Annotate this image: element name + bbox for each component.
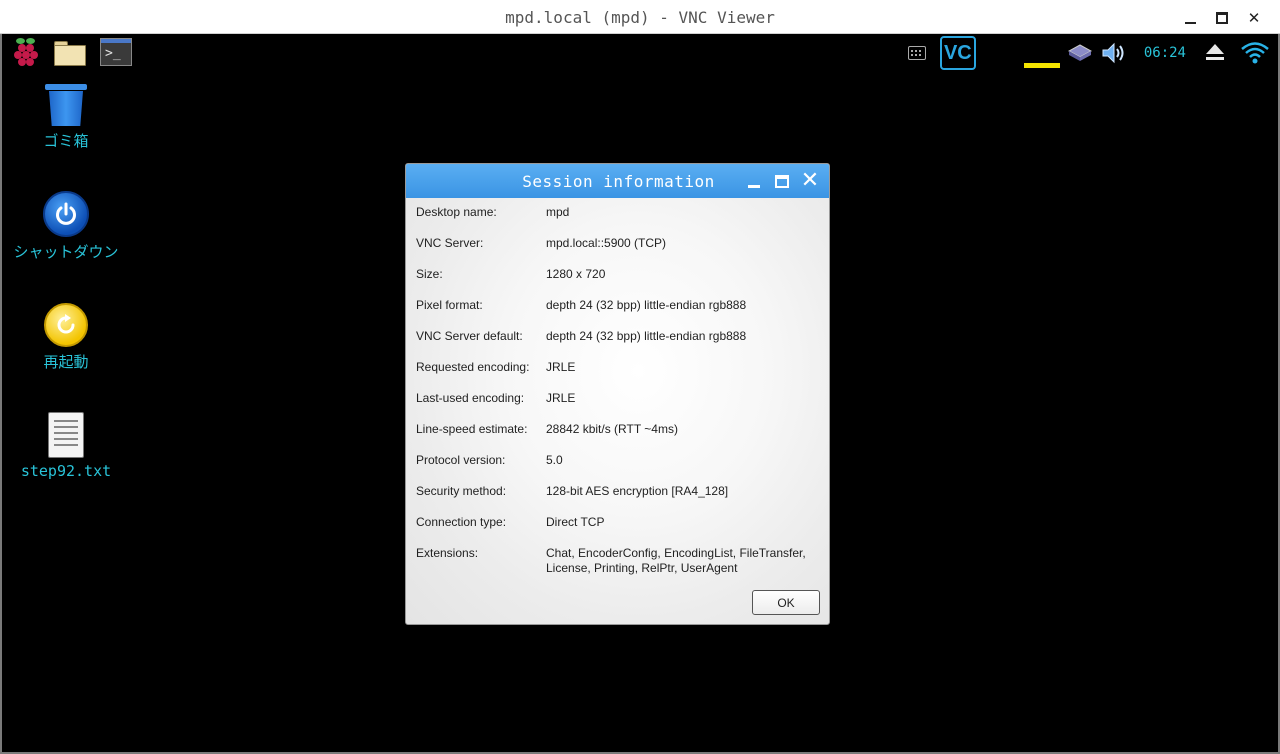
folder-body [54,45,86,66]
desktop-icon-label: 再起動 [43,353,89,371]
desktop-icon-label: シャットダウン [13,243,119,261]
file-line [54,420,78,422]
power-icon [43,191,89,237]
keyboard-icon[interactable] [907,46,926,60]
close-button[interactable]: ✕ [1242,8,1266,28]
trash-lid [45,84,87,90]
viewer-window-controls: ✕ [1178,8,1266,28]
cpu-monitor-icon[interactable] [1023,62,1060,68]
info-value: JRLE [546,391,576,405]
info-row-protocol-version: Protocol version: 5.0 [416,453,826,484]
rpi-berry [26,58,34,66]
info-value: Chat, EncoderConfig, EncodingList, FileT… [546,546,806,575]
terminal-icon[interactable]: >_ [100,38,132,66]
info-value: mpd.local::5900 (TCP) [546,236,667,250]
desktop-icon-shutdown[interactable]: シャットダウン [2,191,130,262]
power-symbol [56,202,76,225]
file-line [54,432,78,434]
eject-bar [1206,57,1224,60]
refresh-symbol [57,314,75,334]
file-line [54,444,78,446]
session-info-table: Desktop name: mpd VNC Server: mpd.local:… [416,205,826,592]
minimize-icon [1184,22,1196,24]
wifi-icon[interactable] [1240,40,1270,66]
desktop-icon-reboot[interactable]: 再起動 [2,303,130,372]
reboot-icon [44,303,88,347]
minimize-button[interactable] [1178,8,1202,28]
info-row-vnc-server: VNC Server: mpd.local::5900 (TCP) [416,236,826,267]
dialog-minimize-button[interactable] [743,171,765,191]
remote-desktop[interactable]: >_ VC 06:24 ゴミ箱 シャットダウン 再起動 step92.txt S… [0,34,1280,754]
raspberry-pi-menu-icon[interactable] [12,37,40,67]
info-row-security-method: Security method: 128-bit AES encryption … [416,484,826,515]
info-value: 28842 kbit/s (RTT ~4ms) [546,422,678,436]
info-key: Connection type: [416,515,507,529]
dialog-window-controls: ✕ [743,168,821,193]
info-key: Desktop name: [416,205,497,219]
dialog-close-button[interactable]: ✕ [799,168,821,193]
viewer-titlebar: mpd.local (mpd) - VNC Viewer ✕ [0,0,1280,34]
info-key: Requested encoding: [416,360,530,374]
close-icon: ✕ [1247,9,1261,27]
info-value: JRLE [546,360,576,374]
info-key: Last-used encoding: [416,391,525,405]
info-row-line-speed: Line-speed estimate: 28842 kbit/s (RTT ~… [416,422,826,453]
desktop-icon-text-file[interactable]: step92.txt [2,412,130,480]
info-row-pixel-format: Pixel format: depth 24 (32 bpp) little-e… [416,298,826,329]
trash-icon [45,84,87,126]
info-row-connection-type: Connection type: Direct TCP [416,515,826,546]
info-row-desktop-name: Desktop name: mpd [416,205,826,236]
info-row-requested-encoding: Requested encoding: JRLE [416,360,826,391]
taskbar: >_ VC 06:24 [2,34,1278,70]
info-key: Pixel format: [416,298,483,312]
info-value: 5.0 [546,453,563,467]
info-value: depth 24 (32 bpp) little-endian rgb888 [546,298,747,312]
info-row-size: Size: 1280 x 720 [416,267,826,298]
session-information-dialog: Session information ✕ Desktop name: mpd … [405,163,830,625]
file-manager-icon[interactable] [54,38,86,66]
network-icon[interactable] [1067,44,1092,62]
info-row-last-used-encoding: Last-used encoding: JRLE [416,391,826,422]
taskbar-launchers: >_ [12,37,132,67]
maximize-icon [1216,12,1228,24]
rpi-berry [18,58,26,66]
trash-can [49,91,83,126]
terminal-titlebar [101,39,131,43]
desktop-icon-label: step92.txt [20,462,112,480]
info-value: 128-bit AES encryption [RA4_128] [546,484,729,498]
volume-icon[interactable] [1100,41,1128,65]
desktop-icon-trash[interactable]: ゴミ箱 [2,84,130,151]
info-row-extensions: Extensions: Chat, EncoderConfig, Encodin… [416,546,826,592]
clock[interactable]: 06:24 [1144,45,1186,61]
viewer-title: mpd.local (mpd) - VNC Viewer [505,8,775,27]
text-file-icon [48,412,84,458]
system-tray: VC 06:24 [894,36,1270,70]
eject-triangle [1206,44,1224,54]
info-key: VNC Server: [416,236,484,250]
info-key: Security method: [416,484,507,498]
vnc-icon[interactable]: VC [939,36,976,70]
file-line [54,438,78,440]
info-value: 1280 x 720 [546,267,606,281]
terminal-prompt: >_ [105,46,121,61]
info-value: mpd [546,205,570,219]
info-value: depth 24 (32 bpp) little-endian rgb888 [546,329,747,343]
info-key: Extensions: [416,546,479,560]
maximize-button[interactable] [1210,8,1234,28]
info-key: Protocol version: [416,453,506,467]
minimize-icon [748,184,760,188]
dialog-maximize-button[interactable] [771,171,793,191]
desktop-icon-label: ゴミ箱 [43,132,89,150]
eject-icon[interactable] [1206,44,1224,62]
info-key: VNC Server default: [416,329,523,343]
maximize-icon [775,174,789,188]
info-key: Size: [416,267,443,281]
close-icon: ✕ [800,168,820,193]
ok-button[interactable]: OK [752,590,820,615]
info-row-server-default: VNC Server default: depth 24 (32 bpp) li… [416,329,826,360]
info-key: Line-speed estimate: [416,422,528,436]
dialog-titlebar[interactable]: Session information ✕ [406,164,829,198]
info-value: Direct TCP [546,515,605,529]
file-line [54,426,78,428]
